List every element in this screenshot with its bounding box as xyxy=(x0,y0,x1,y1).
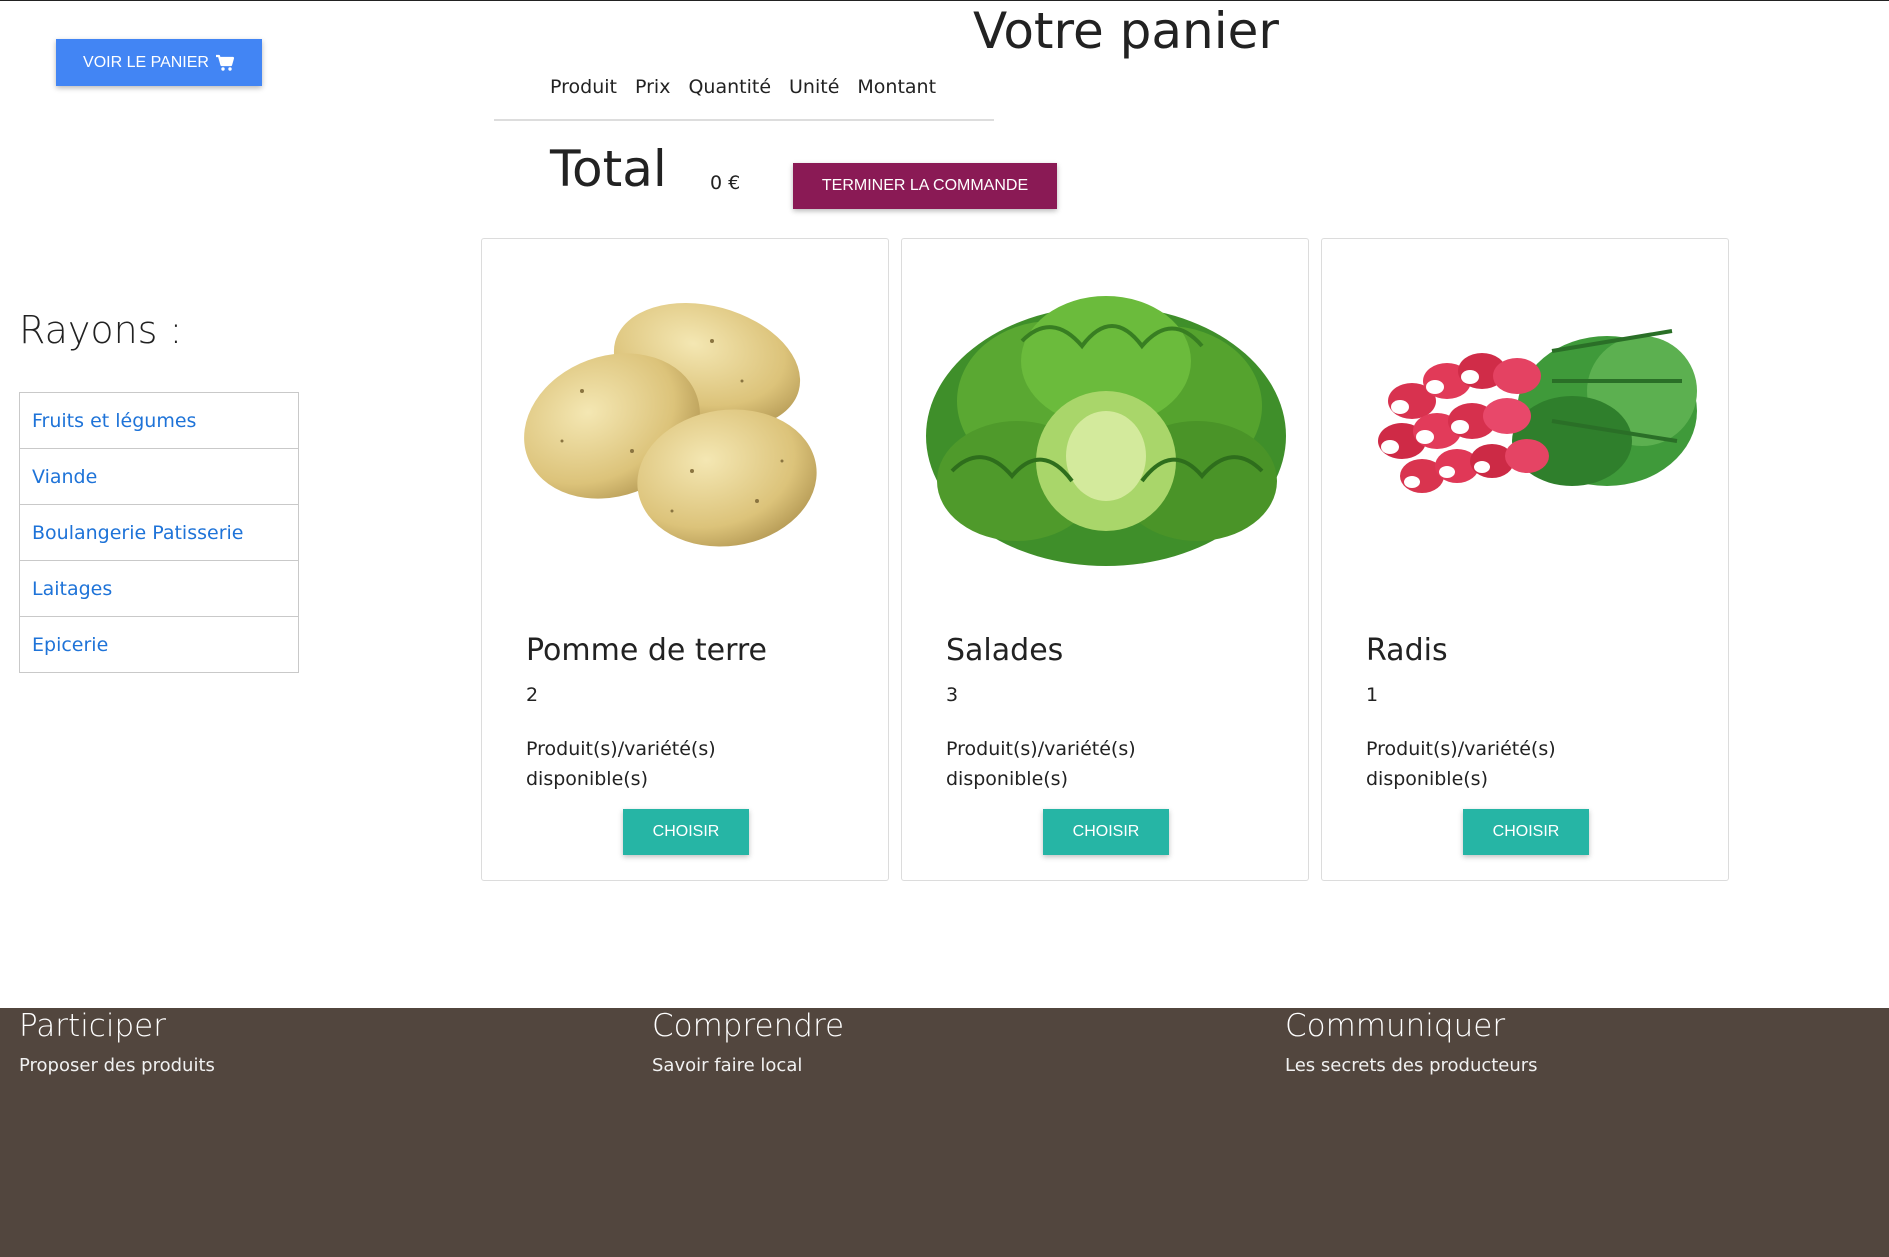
footer-heading: Participer xyxy=(19,1008,166,1044)
product-name: Salades xyxy=(946,633,1064,668)
product-card: Salades 3 Produit(s)/variété(s) disponib… xyxy=(901,238,1309,881)
total-value: 0 € xyxy=(710,172,741,194)
radishes-image xyxy=(1378,329,1697,493)
department-viande[interactable]: Viande xyxy=(20,449,298,505)
product-name: Radis xyxy=(1366,633,1448,668)
product-count: 2 xyxy=(526,684,539,706)
product-cards: Pomme de terre 2 Produit(s)/variété(s) d… xyxy=(481,238,1729,881)
departments-title: Rayons : xyxy=(19,308,183,352)
potatoes-image xyxy=(524,303,817,547)
product-card: Radis 1 Produit(s)/variété(s) disponible… xyxy=(1321,238,1729,881)
view-cart-button[interactable]: VOIR LE PANIER xyxy=(56,39,262,86)
total-label: Total xyxy=(550,140,667,198)
column-header-product: Produit xyxy=(550,76,617,98)
cart-title: Votre panier xyxy=(973,2,1279,60)
departments-list: Fruits et légumes Viande Boulangerie Pat… xyxy=(19,392,299,673)
footer-heading: Comprendre xyxy=(652,1008,845,1044)
product-count: 1 xyxy=(1366,684,1379,706)
product-availability: Produit(s)/variété(s) disponible(s) xyxy=(1366,738,1556,790)
footer-link[interactable]: Proposer des produits xyxy=(19,1055,215,1076)
product-name: Pomme de terre xyxy=(526,633,768,668)
product-availability: Produit(s)/variété(s) disponible(s) xyxy=(946,738,1136,790)
product-card: Pomme de terre 2 Produit(s)/variété(s) d… xyxy=(481,238,889,881)
product-count: 3 xyxy=(946,684,959,706)
cart-header-divider xyxy=(494,119,994,121)
footer-link[interactable]: Savoir faire local xyxy=(652,1055,802,1076)
lettuce-image xyxy=(926,296,1286,566)
department-boulangerie[interactable]: Boulangerie Patisserie xyxy=(20,505,298,561)
column-header-amount: Montant xyxy=(857,76,937,98)
finish-order-button[interactable]: TERMINER LA COMMANDE xyxy=(793,163,1057,209)
product-availability: Produit(s)/variété(s) disponible(s) xyxy=(526,738,716,790)
choose-button[interactable]: CHOISIR xyxy=(1463,809,1589,855)
view-cart-label: VOIR LE PANIER xyxy=(83,53,209,71)
footer-heading: Communiquer xyxy=(1285,1008,1506,1044)
department-laitages[interactable]: Laitages xyxy=(20,561,298,617)
shopping-cart-icon xyxy=(215,54,235,71)
choose-button[interactable]: CHOISIR xyxy=(1043,809,1169,855)
top-border xyxy=(0,0,1889,1)
footer: Participer Proposer des produits Compren… xyxy=(0,1008,1889,1257)
column-header-quantity: Quantité xyxy=(688,76,772,98)
choose-button[interactable]: CHOISIR xyxy=(623,809,749,855)
footer-link[interactable]: Les secrets des producteurs xyxy=(1285,1055,1538,1076)
department-fruits-legumes[interactable]: Fruits et légumes xyxy=(20,393,298,449)
cart-column-headers: Produit Prix Quantité Unité Montant xyxy=(550,76,936,98)
column-header-price: Prix xyxy=(634,76,671,98)
department-epicerie[interactable]: Epicerie xyxy=(20,617,298,672)
column-header-unit: Unité xyxy=(789,76,840,98)
